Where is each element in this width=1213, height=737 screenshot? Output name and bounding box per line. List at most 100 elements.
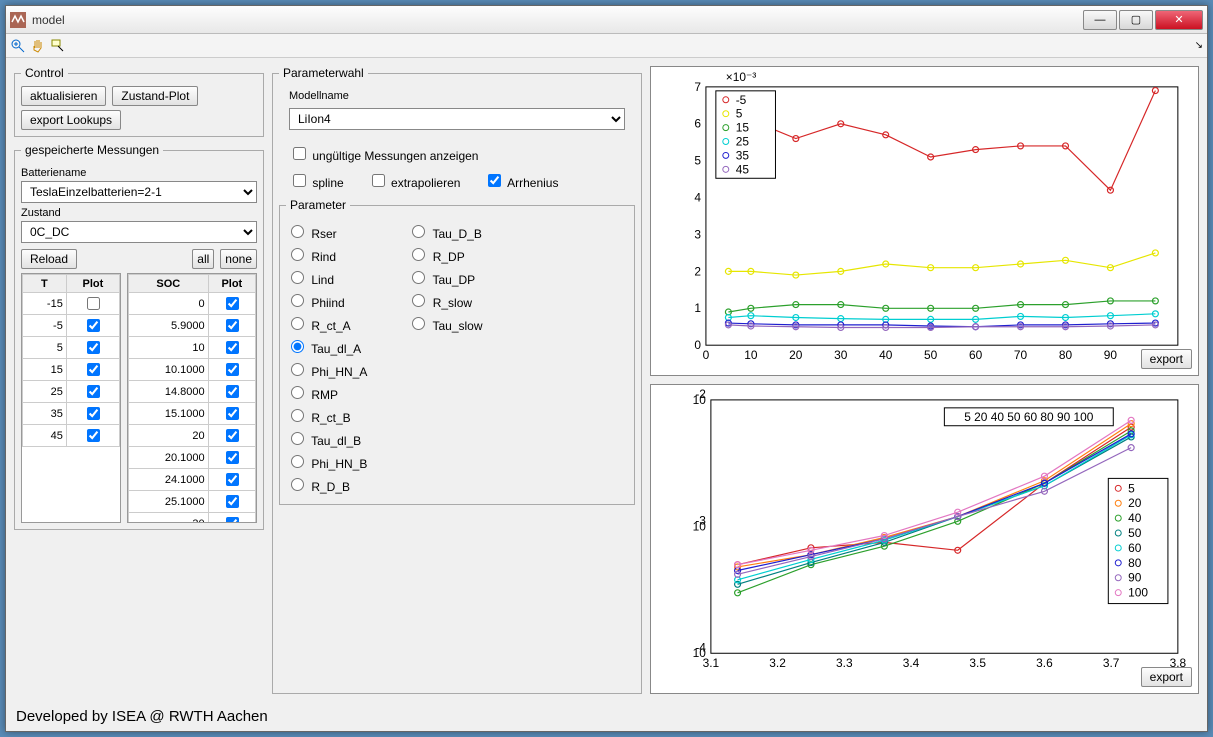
svg-text:3.4: 3.4	[903, 656, 920, 670]
svg-text:80: 80	[1059, 348, 1073, 362]
batteriename-select[interactable]: TeslaEinzelbatterien=2-1	[21, 181, 257, 203]
svg-text:3: 3	[694, 227, 701, 241]
svg-text:70: 70	[1014, 348, 1028, 362]
maximize-button[interactable]: ▢	[1119, 10, 1153, 30]
batteriename-label: Batteriename	[21, 167, 257, 179]
soc-plot-checkbox[interactable]	[226, 451, 239, 464]
pan-icon[interactable]	[30, 38, 46, 54]
svg-text:30: 30	[834, 348, 848, 362]
control-panel: Control aktualisieren Zustand-Plot expor…	[14, 66, 264, 137]
export-bottom-button[interactable]: export	[1141, 667, 1192, 687]
parameter-radio-Lind[interactable]: Lind	[286, 268, 367, 287]
soc-plot-checkbox[interactable]	[226, 363, 239, 376]
parameter-radio-R_DP[interactable]: R_DP	[407, 245, 482, 264]
app-window: model — ▢ ✕ ↘ Control aktualisieren Zust…	[5, 5, 1208, 732]
parameter-radio-Phi_HN_B[interactable]: Phi_HN_B	[286, 452, 367, 471]
modellname-label: Modellname	[289, 90, 635, 102]
svg-text:40: 40	[879, 348, 893, 362]
parameter-radio-Rser[interactable]: Rser	[286, 222, 367, 241]
parameter-radio-R_ct_B[interactable]: R_ct_B	[286, 406, 367, 425]
toolbar-corner-icon[interactable]: ↘	[1195, 40, 1203, 51]
svg-text:-2: -2	[695, 387, 706, 401]
svg-text:90: 90	[1104, 348, 1118, 362]
parameter-radio-Tau_D_B[interactable]: Tau_D_B	[407, 222, 482, 241]
parameter-radio-R_D_B[interactable]: R_D_B	[286, 475, 367, 494]
zustand-select[interactable]: 0C_DC	[21, 221, 257, 243]
soc-plot-checkbox[interactable]	[226, 297, 239, 310]
svg-text:0: 0	[703, 348, 710, 362]
close-button[interactable]: ✕	[1155, 10, 1203, 30]
parameter-radio-R_ct_A[interactable]: R_ct_A	[286, 314, 367, 333]
soc-plot-checkbox[interactable]	[226, 429, 239, 442]
reload-button[interactable]: Reload	[21, 249, 77, 269]
soc-plot-checkbox[interactable]	[226, 517, 239, 523]
soc-plot-checkbox[interactable]	[226, 341, 239, 354]
t-plot-checkbox[interactable]	[87, 429, 100, 442]
t-plot-checkbox[interactable]	[87, 341, 100, 354]
export-top-button[interactable]: export	[1141, 349, 1192, 369]
parameter-radio-Tau_dl_A[interactable]: Tau_dl_A	[286, 337, 367, 356]
svg-text:35: 35	[736, 148, 750, 162]
parameter-radio-Tau_slow[interactable]: Tau_slow	[407, 314, 482, 333]
minimize-button[interactable]: —	[1083, 10, 1117, 30]
svg-text:×10⁻³: ×10⁻³	[726, 70, 756, 84]
soc-plot-checkbox[interactable]	[226, 385, 239, 398]
parameter-radio-RMP[interactable]: RMP	[286, 383, 367, 402]
soc-plot-checkbox[interactable]	[226, 495, 239, 508]
soc-plot-checkbox[interactable]	[226, 319, 239, 332]
t-table[interactable]: TPlot-15-5515253545	[21, 273, 121, 523]
footer-text: Developed by ISEA @ RWTH Aachen	[6, 702, 1207, 731]
arrhenius-checkbox[interactable]: Arrhenius	[484, 171, 558, 190]
t-plot-checkbox[interactable]	[87, 319, 100, 332]
parameter-radio-R_slow[interactable]: R_slow	[407, 291, 482, 310]
zoom-in-icon[interactable]	[10, 38, 26, 54]
svg-text:15: 15	[736, 121, 750, 135]
parameter-radio-Tau_DP[interactable]: Tau_DP	[407, 268, 482, 287]
spline-checkbox[interactable]: spline	[289, 171, 344, 190]
svg-text:60: 60	[969, 348, 983, 362]
none-button[interactable]: none	[220, 249, 257, 269]
soc-plot-checkbox[interactable]	[226, 407, 239, 420]
svg-text:5: 5	[736, 107, 743, 121]
svg-text:5: 5	[694, 154, 701, 168]
svg-text:5 20 40 50 60 80 90 100: 5 20 40 50 60 80 90 100	[964, 410, 1093, 424]
svg-text:50: 50	[1128, 526, 1142, 540]
chart-top: 012345670102030405060708090100×10⁻³-5515…	[650, 66, 1199, 376]
soc-table[interactable]: SOCPlot05.90001010.100014.800015.1000202…	[127, 273, 257, 523]
t-plot-checkbox[interactable]	[87, 363, 100, 376]
show-invalid-checkbox[interactable]: ungültige Messungen anzeigen	[289, 144, 625, 163]
modellname-select[interactable]: LiIon4	[289, 108, 625, 130]
svg-text:3.2: 3.2	[769, 656, 786, 670]
svg-text:20: 20	[1128, 496, 1142, 510]
extrapolieren-checkbox[interactable]: extrapolieren	[368, 171, 461, 190]
parameter-radio-Phiind[interactable]: Phiind	[286, 291, 367, 310]
svg-text:20: 20	[789, 348, 803, 362]
all-button[interactable]: all	[192, 249, 214, 269]
export-lookups-button[interactable]: export Lookups	[21, 110, 121, 130]
t-plot-checkbox[interactable]	[87, 297, 100, 310]
update-button[interactable]: aktualisieren	[21, 86, 106, 106]
parameterwahl-legend: Parameterwahl	[279, 66, 368, 80]
svg-text:2: 2	[694, 264, 701, 278]
svg-text:80: 80	[1128, 556, 1142, 570]
data-cursor-icon[interactable]	[50, 38, 66, 54]
svg-text:3.3: 3.3	[836, 656, 853, 670]
t-plot-checkbox[interactable]	[87, 385, 100, 398]
parameter-group: Parameter Rser Rind Lind Phiind R_ct_A T…	[279, 198, 635, 505]
parameter-radio-Phi_HN_A[interactable]: Phi_HN_A	[286, 360, 367, 379]
parameter-radio-Rind[interactable]: Rind	[286, 245, 367, 264]
svg-text:-3: -3	[695, 514, 706, 528]
svg-text:50: 50	[924, 348, 938, 362]
svg-text:45: 45	[736, 162, 750, 176]
svg-text:-5: -5	[736, 93, 747, 107]
svg-text:40: 40	[1128, 511, 1142, 525]
parameter-radio-Tau_dl_B[interactable]: Tau_dl_B	[286, 429, 367, 448]
chart-bottom: 10-410-310-23.13.23.33.43.53.63.73.8×10⁻…	[650, 384, 1199, 694]
app-icon	[10, 12, 26, 28]
svg-text:6: 6	[694, 117, 701, 131]
zustand-plot-button[interactable]: Zustand-Plot	[112, 86, 198, 106]
zustand-label: Zustand	[21, 207, 257, 219]
t-plot-checkbox[interactable]	[87, 407, 100, 420]
svg-text:25: 25	[736, 134, 750, 148]
soc-plot-checkbox[interactable]	[226, 473, 239, 486]
